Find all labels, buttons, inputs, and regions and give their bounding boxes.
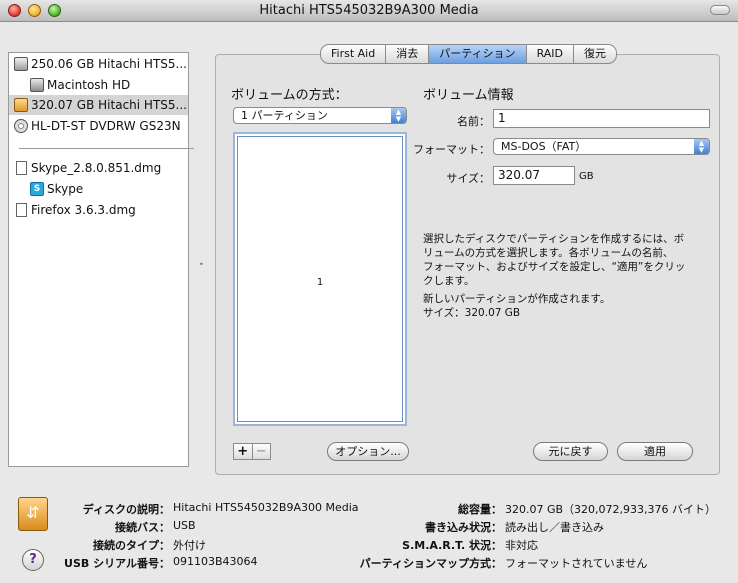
- sidebar-item-skype-volume[interactable]: S Skype: [9, 179, 188, 199]
- connection-type-value: 外付け: [173, 539, 206, 552]
- tab-erase[interactable]: 消去: [386, 45, 430, 63]
- splitter-handle[interactable]: •: [199, 260, 205, 269]
- partition-block[interactable]: 1: [237, 136, 403, 422]
- sidebar-item-label: Macintosh HD: [47, 78, 131, 92]
- instruction-line: フォーマット、およびサイズを設定し、“適用”をクリッ: [423, 261, 686, 273]
- popup-arrows-icon: ▲ ▼: [391, 108, 406, 123]
- sidebar-item-disk-320gb[interactable]: 320.07 GB Hitachi HTS5...: [9, 95, 188, 115]
- sidebar-item-label: Skype_2.8.0.851.dmg: [31, 161, 162, 175]
- status-line: 新しいパーティションが作成されます。: [423, 293, 611, 305]
- format-label: フォーマット：: [413, 143, 490, 156]
- volume-scheme-value: 1 パーティション: [241, 109, 328, 122]
- volume-scheme-label: ボリュームの方式：: [231, 88, 348, 103]
- revert-button[interactable]: 元に戻す: [533, 442, 608, 461]
- connection-bus-label: 接続バス：: [115, 521, 170, 534]
- disk-description-label: ディスクの説明：: [82, 503, 170, 516]
- sidebar-item-skype-dmg[interactable]: Skype_2.8.0.851.dmg: [9, 158, 188, 178]
- skype-icon: S: [30, 182, 44, 196]
- sidebar-item-dvd-drive[interactable]: HL-DT-ST DVDRW GS23N: [9, 116, 188, 136]
- sidebar-item-label: Skype: [47, 182, 84, 196]
- tab-first-aid[interactable]: First Aid: [321, 45, 387, 63]
- sidebar-divider: [19, 148, 194, 149]
- smart-status-label: S.M.A.R.T. 状況：: [402, 539, 502, 552]
- write-status-value: 読み出し／書き込み: [505, 521, 604, 534]
- connection-bus-value: USB: [173, 519, 196, 532]
- remove-partition-button[interactable]: −: [251, 444, 271, 459]
- window-title: Hitachi HTS545032B9A300 Media: [259, 3, 479, 18]
- popup-arrows-icon: ▲ ▼: [694, 139, 709, 154]
- usb-serial-label: USB シリアル番号：: [64, 557, 170, 570]
- sidebar-item-label: Firefox 3.6.3.dmg: [31, 203, 136, 217]
- title-bar: Hitachi HTS545032B9A300 Media: [0, 0, 738, 22]
- tab-restore[interactable]: 復元: [574, 45, 616, 63]
- usb-disk-icon: [14, 98, 28, 112]
- write-status-label: 書き込み状況：: [425, 521, 502, 534]
- instruction-line: 選択したディスクでパーティションを作成するには、ボ: [423, 233, 685, 245]
- partition-map[interactable]: 1: [233, 132, 407, 426]
- format-value: MS-DOS（FAT）: [501, 140, 587, 153]
- add-remove-partition-control: + −: [233, 443, 271, 460]
- sidebar-item-disk-250gb[interactable]: 250.06 GB Hitachi HTS5...: [9, 54, 188, 74]
- disk-sidebar[interactable]: 250.06 GB Hitachi HTS5... Macintosh HD 3…: [8, 52, 194, 467]
- tab-partition[interactable]: パーティション: [429, 45, 527, 63]
- name-field[interactable]: 1: [493, 109, 710, 128]
- partition-map-scheme-value: フォーマットされていません: [505, 557, 648, 570]
- volume-scheme-popup[interactable]: 1 パーティション ▲ ▼: [233, 107, 407, 124]
- volume-info-heading: ボリューム情報: [423, 88, 514, 103]
- toolbar-toggle-button[interactable]: [710, 5, 730, 15]
- size-label: サイズ：: [446, 172, 490, 185]
- total-capacity-label: 総容量：: [458, 503, 502, 516]
- partition-block-label: 1: [316, 277, 324, 288]
- usb-serial-value: 091103B43064: [173, 555, 258, 568]
- partition-instructions: 選択したディスクでパーティションを作成するには、ボ リュームの方式を選択します。…: [423, 232, 703, 288]
- size-field[interactable]: 320.07: [493, 166, 575, 185]
- add-partition-button[interactable]: +: [234, 444, 252, 459]
- hard-disk-icon: [14, 57, 28, 71]
- sidebar-item-firefox-dmg[interactable]: Firefox 3.6.3.dmg: [9, 200, 188, 220]
- instruction-line: リュームの方式を選択します。各ボリュームの名前、: [423, 247, 674, 259]
- size-unit: GB: [579, 171, 594, 182]
- sidebar-item-label: 320.07 GB Hitachi HTS5...: [31, 98, 187, 112]
- volume-icon: [30, 78, 44, 92]
- instruction-line: クします。: [423, 275, 475, 287]
- sidebar-item-label: HL-DT-ST DVDRW GS23N: [31, 119, 181, 133]
- partition-map-scheme-label: パーティションマップ方式：: [359, 557, 502, 570]
- optical-disc-icon: [14, 119, 28, 133]
- smart-status-value: 非対応: [505, 539, 538, 552]
- format-popup[interactable]: MS-DOS（FAT） ▲ ▼: [493, 138, 710, 155]
- disk-image-icon: [16, 203, 27, 217]
- sidebar-item-label: 250.06 GB Hitachi HTS5...: [31, 57, 187, 71]
- options-button[interactable]: オプション...: [327, 442, 409, 461]
- tab-bar: First Aid 消去 パーティション RAID 復元: [320, 44, 617, 64]
- partition-status: 新しいパーティションが作成されます。 サイズ：320.07 GB: [423, 292, 703, 320]
- name-label: 名前：: [457, 115, 490, 128]
- disk-image-icon: [16, 161, 27, 175]
- sidebar-item-macintosh-hd[interactable]: Macintosh HD: [9, 75, 188, 95]
- status-line: サイズ：320.07 GB: [423, 307, 521, 319]
- total-capacity-value: 320.07 GB（320,072,933,376 バイト）: [505, 503, 717, 516]
- connection-type-label: 接続のタイプ：: [93, 539, 170, 552]
- tab-raid[interactable]: RAID: [527, 45, 574, 63]
- apply-button[interactable]: 適用: [617, 442, 693, 461]
